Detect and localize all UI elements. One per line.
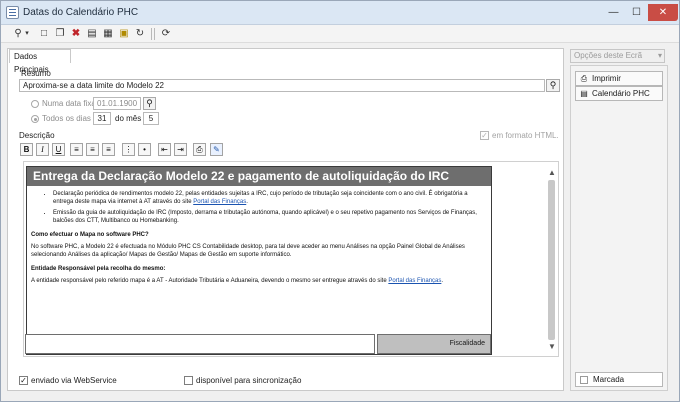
document-body: Declaração periódica de rendimentos mode…: [27, 186, 491, 293]
reload-icon[interactable]: ⟳: [159, 27, 173, 41]
document-bullets: Declaração periódica de rendimentos mode…: [31, 190, 487, 225]
printer-icon: ⎙: [580, 74, 588, 83]
marked-label: Marcada: [593, 375, 625, 384]
paragraph-text-end: .: [441, 278, 444, 284]
screen-options-dropdown[interactable]: Opções deste Ecrã ▾: [570, 49, 665, 63]
webservice-label: enviado via WebService: [31, 376, 117, 385]
align-left-icon[interactable]: ≡: [70, 143, 83, 156]
document-title: Entrega da Declaração Modelo 22 e pagame…: [27, 167, 491, 186]
indent-icon[interactable]: ⇥: [174, 143, 187, 156]
app-window: Datas do Calendário PHC — ☐ ✕ ⚲ ▾ □ ❐ ✖ …: [0, 0, 680, 402]
print-label: Imprimir: [592, 74, 621, 83]
numbered-list-icon[interactable]: ⋮: [122, 143, 135, 156]
refresh-icon[interactable]: ↻: [133, 27, 147, 41]
list-item: Emissão da guia de autoliquidação de IRC…: [53, 209, 487, 225]
calendar-icon: ▤: [580, 89, 588, 98]
month-input[interactable]: 5: [143, 112, 159, 125]
chevron-down-icon[interactable]: ▾: [23, 27, 31, 41]
marked-toggle[interactable]: Marcada: [575, 372, 663, 387]
align-right-icon[interactable]: ≡: [102, 143, 115, 156]
section-heading: Entidade Responsável pela recolha do mes…: [31, 266, 166, 272]
paragraph: No software PHC, a Modelo 22 é efectuada…: [31, 244, 465, 258]
underline-button[interactable]: U: [52, 143, 65, 156]
webservice-checkbox[interactable]: ✓: [19, 376, 28, 385]
portal-link[interactable]: Portal das Finanças: [388, 278, 441, 284]
edit-html-icon[interactable]: ✎: [210, 143, 223, 156]
scroll-down-icon[interactable]: ▼: [548, 342, 556, 351]
form-view-icon[interactable]: ▤: [85, 27, 99, 41]
fixed-date-label: Numa data fixa: [42, 99, 96, 108]
screen-options-label: Opções deste Ecrã: [574, 51, 643, 60]
document-preview: Entrega da Declaração Modelo 22 e pagame…: [26, 166, 492, 355]
window-title: Datas do Calendário PHC: [23, 7, 139, 18]
title-bar: Datas do Calendário PHC — ☐ ✕: [1, 1, 679, 25]
resumo-input[interactable]: Aproxima-se a data limite do Modelo 22: [19, 79, 545, 92]
editor-scrollbar[interactable]: ▲ ▼: [546, 166, 558, 356]
day-input[interactable]: 31: [93, 112, 111, 125]
list-item: Declaração periódica de rendimentos mode…: [53, 190, 487, 206]
search-icon[interactable]: ⚲: [546, 79, 560, 92]
scroll-thumb[interactable]: [548, 180, 555, 340]
close-button[interactable]: ✕: [648, 4, 678, 21]
toolbar-separator: [151, 28, 152, 40]
bullet-text: Declaração periódica de rendimentos mode…: [53, 191, 468, 205]
description-editor[interactable]: Entrega da Declaração Modelo 22 e pagame…: [23, 161, 559, 357]
calendar-button[interactable]: ▤ Calendário PHC: [575, 86, 663, 101]
new-document-icon[interactable]: □: [37, 27, 51, 41]
month-label: do mês: [115, 114, 142, 123]
maximize-button[interactable]: ☐: [625, 4, 648, 21]
daily-radio[interactable]: [31, 115, 39, 123]
html-format-checkbox[interactable]: ✓: [480, 131, 489, 140]
side-panel: [570, 65, 668, 391]
document-footer-category: Fiscalidade: [377, 334, 491, 354]
tab-dados-principais[interactable]: Dados Principais: [9, 49, 71, 74]
align-center-icon[interactable]: ≡: [86, 143, 99, 156]
chevron-down-icon: ▾: [657, 51, 662, 60]
scroll-up-icon[interactable]: ▲: [548, 168, 556, 177]
document-footer-left: [25, 334, 375, 354]
italic-button[interactable]: I: [36, 143, 49, 156]
find-icon[interactable]: ▣: [117, 27, 131, 41]
bold-button[interactable]: B: [20, 143, 33, 156]
descricao-label: Descrição: [19, 131, 55, 140]
minimize-button[interactable]: —: [602, 4, 625, 21]
bullet-text-end: .: [246, 199, 248, 205]
fixed-date-input[interactable]: 01.01.1900: [93, 97, 141, 110]
toolbar: ⚲ ▾ □ ❐ ✖ ▤ ▦ ▣ ↻ ⟳: [1, 25, 679, 43]
copy-document-icon[interactable]: ❐: [53, 27, 67, 41]
html-format-label: em formato HTML.: [492, 131, 559, 140]
print-button[interactable]: ⎙ Imprimir: [575, 71, 663, 86]
grid-view-icon[interactable]: ▦: [101, 27, 115, 41]
outdent-icon[interactable]: ⇤: [158, 143, 171, 156]
paragraph: A entidade responsável pelo referido map…: [31, 277, 487, 285]
date-search-icon[interactable]: ⚲: [143, 97, 156, 110]
sync-label: disponível para sincronização: [196, 376, 302, 385]
calendar-label: Calendário PHC: [592, 89, 650, 98]
fixed-date-radio[interactable]: [31, 100, 39, 108]
marked-checkbox[interactable]: [580, 376, 588, 384]
daily-label: Todos os dias: [42, 114, 91, 123]
sync-checkbox[interactable]: [184, 376, 193, 385]
portal-link[interactable]: Portal das Finanças: [193, 199, 246, 205]
toolbar-separator: [154, 28, 155, 40]
paragraph-text: A entidade responsável pelo referido map…: [31, 278, 389, 284]
section-heading: Como efectuar o Mapa no software PHC?: [31, 232, 149, 238]
bullet-list-icon[interactable]: •: [138, 143, 151, 156]
app-icon: [6, 6, 19, 19]
print-icon[interactable]: ⎙: [193, 143, 206, 156]
delete-icon[interactable]: ✖: [69, 27, 83, 41]
